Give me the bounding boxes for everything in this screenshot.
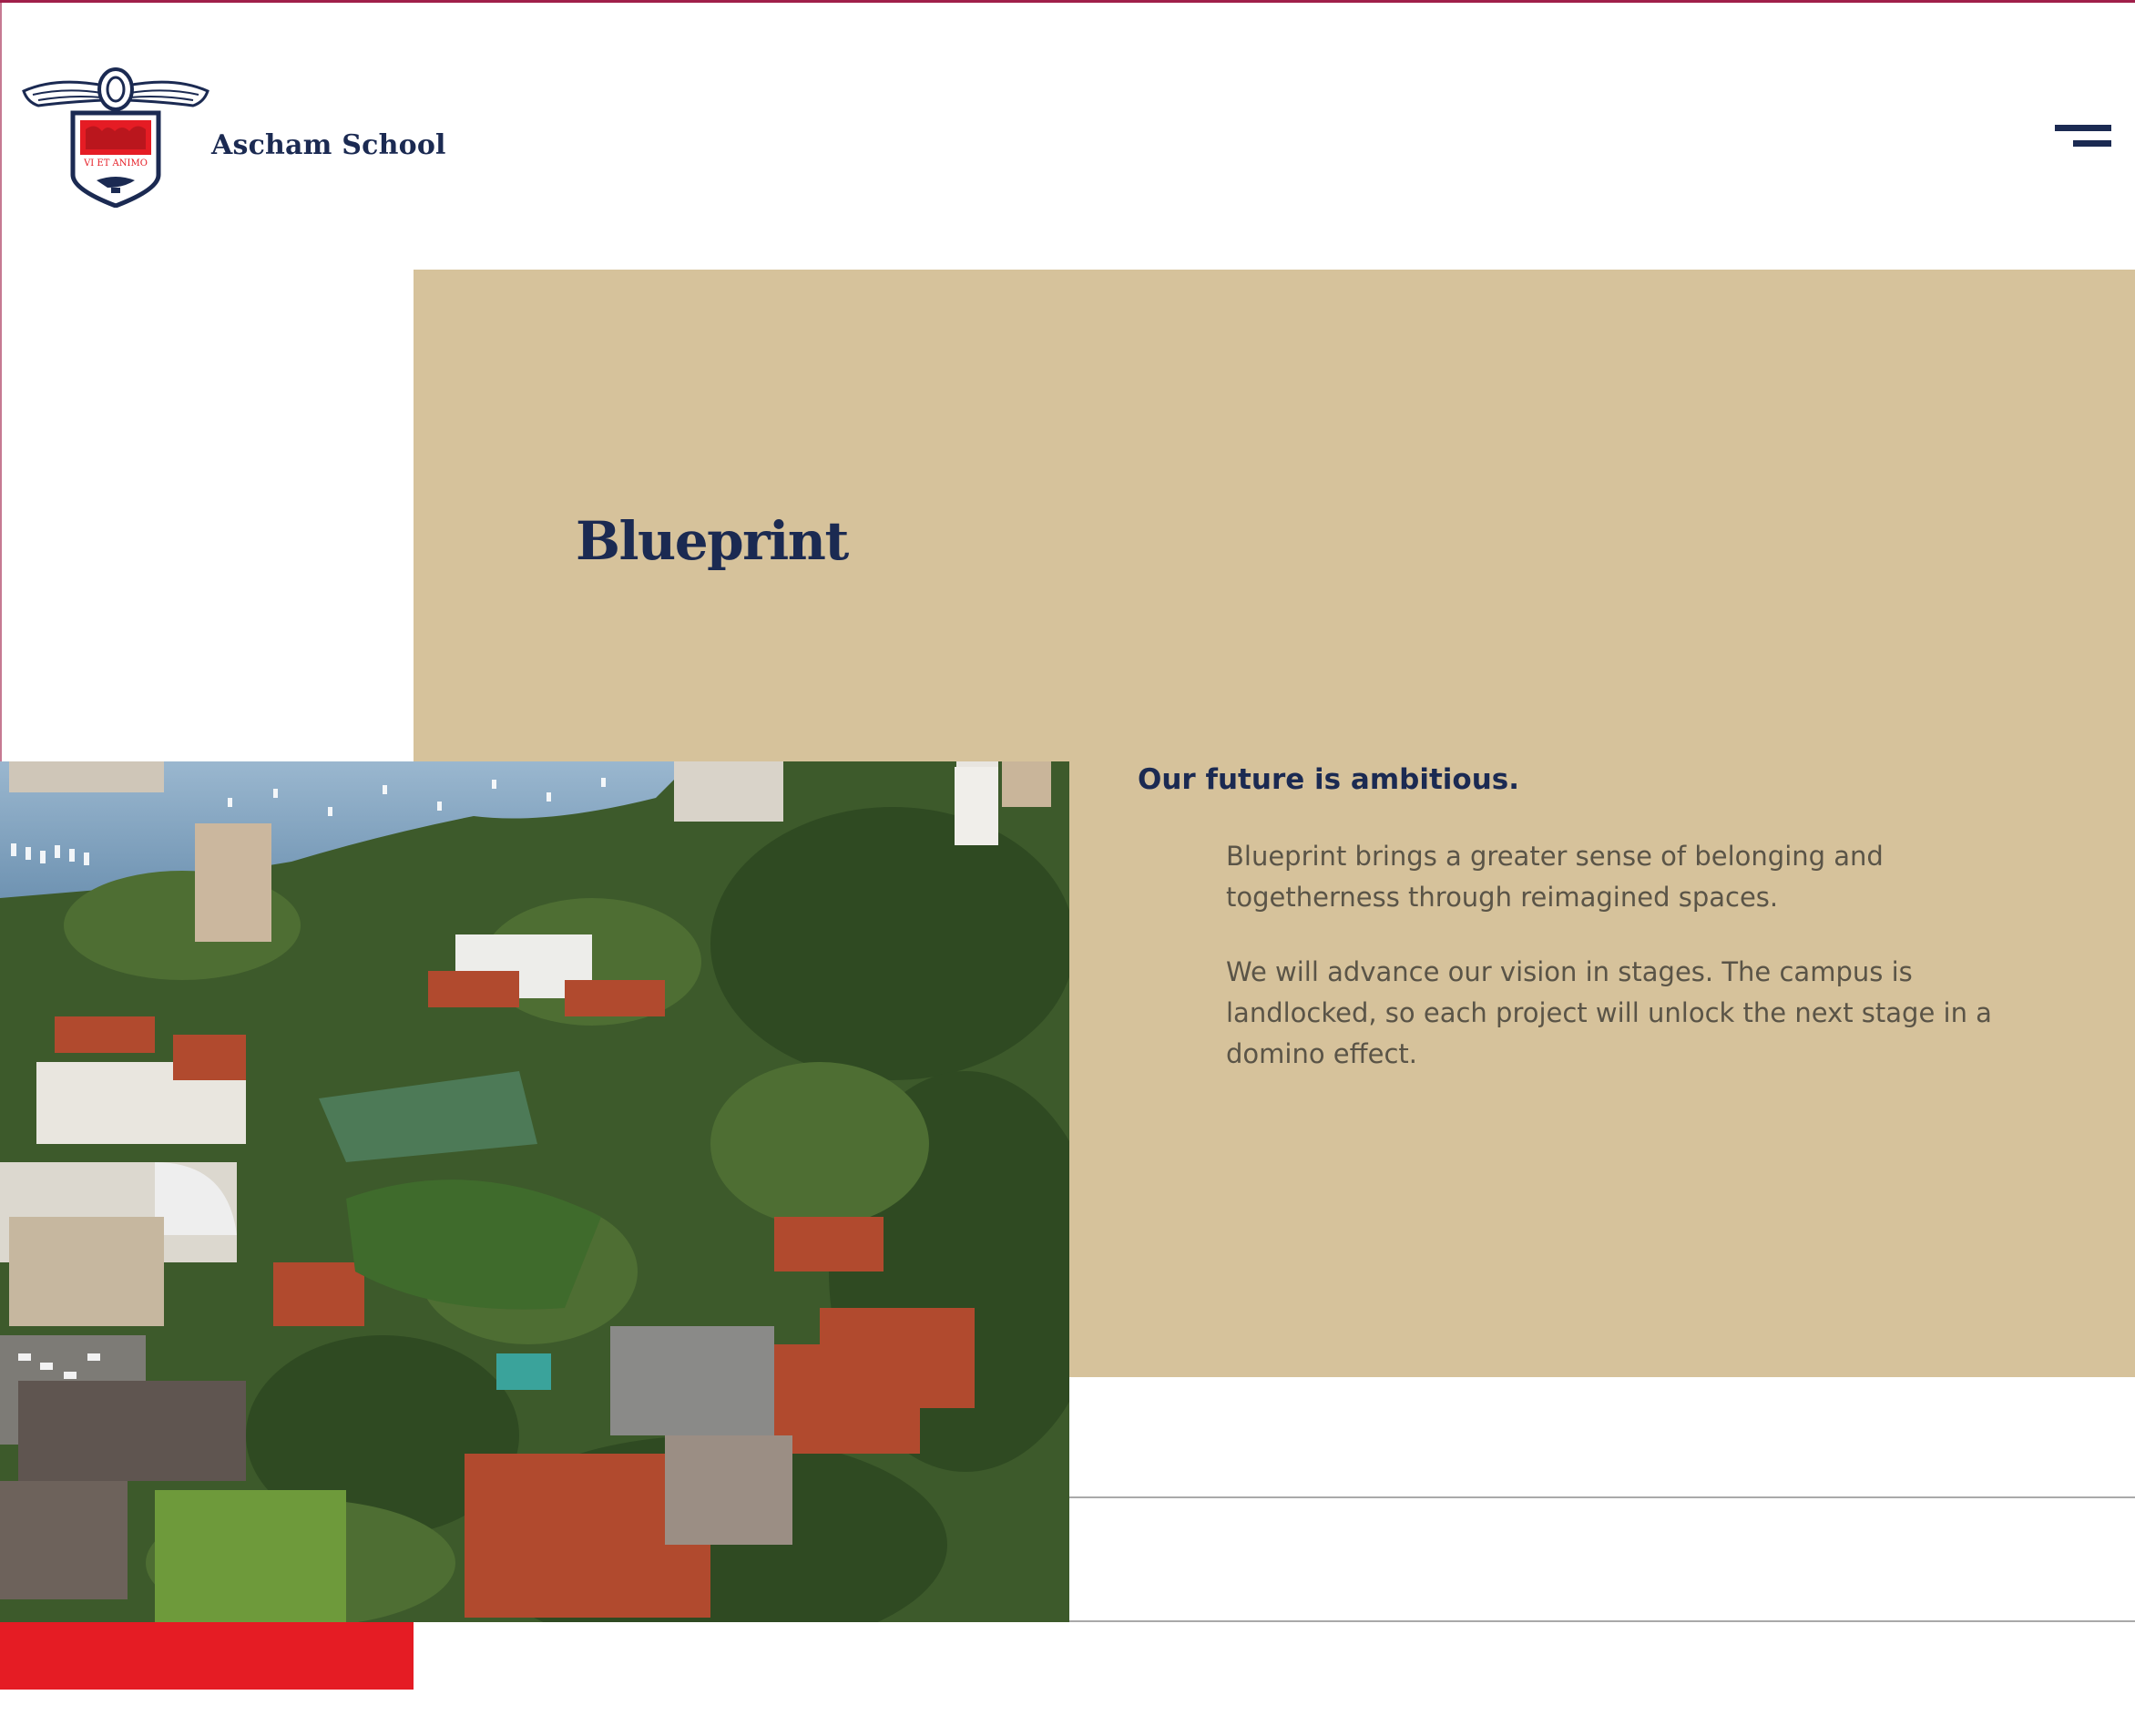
- top-accent-rule: [0, 0, 2135, 3]
- left-accent-rule: [0, 0, 2, 765]
- school-crest-icon: VI ET ANIMO: [22, 67, 209, 208]
- hamburger-menu-icon-lower-bar: [2073, 140, 2111, 147]
- hamburger-menu-icon: [2055, 125, 2111, 131]
- school-name: Ascham School: [211, 128, 446, 161]
- intro-paragraph-2: We will advance our vision in stages. Th…: [1226, 956, 1992, 1069]
- page: VI ET ANIMO Ascham School Blueprint Our …: [0, 0, 2135, 1736]
- red-accent-block: [0, 1622, 414, 1690]
- home-logo-link[interactable]: VI ET ANIMO Ascham School: [20, 64, 446, 209]
- menu-button[interactable]: [2055, 120, 2115, 153]
- intro-paragraph-1: Blueprint brings a greater sense of belo…: [1226, 841, 1884, 913]
- intro-heading: Our future is ambitious.: [1138, 763, 1519, 796]
- campus-aerial-photo: [0, 761, 1069, 1622]
- divider-line-upper: [1069, 1496, 2135, 1498]
- page-title: Blueprint: [576, 510, 849, 572]
- divider-line-lower: [1069, 1620, 2135, 1622]
- crest-motto: VI ET ANIMO: [83, 158, 148, 168]
